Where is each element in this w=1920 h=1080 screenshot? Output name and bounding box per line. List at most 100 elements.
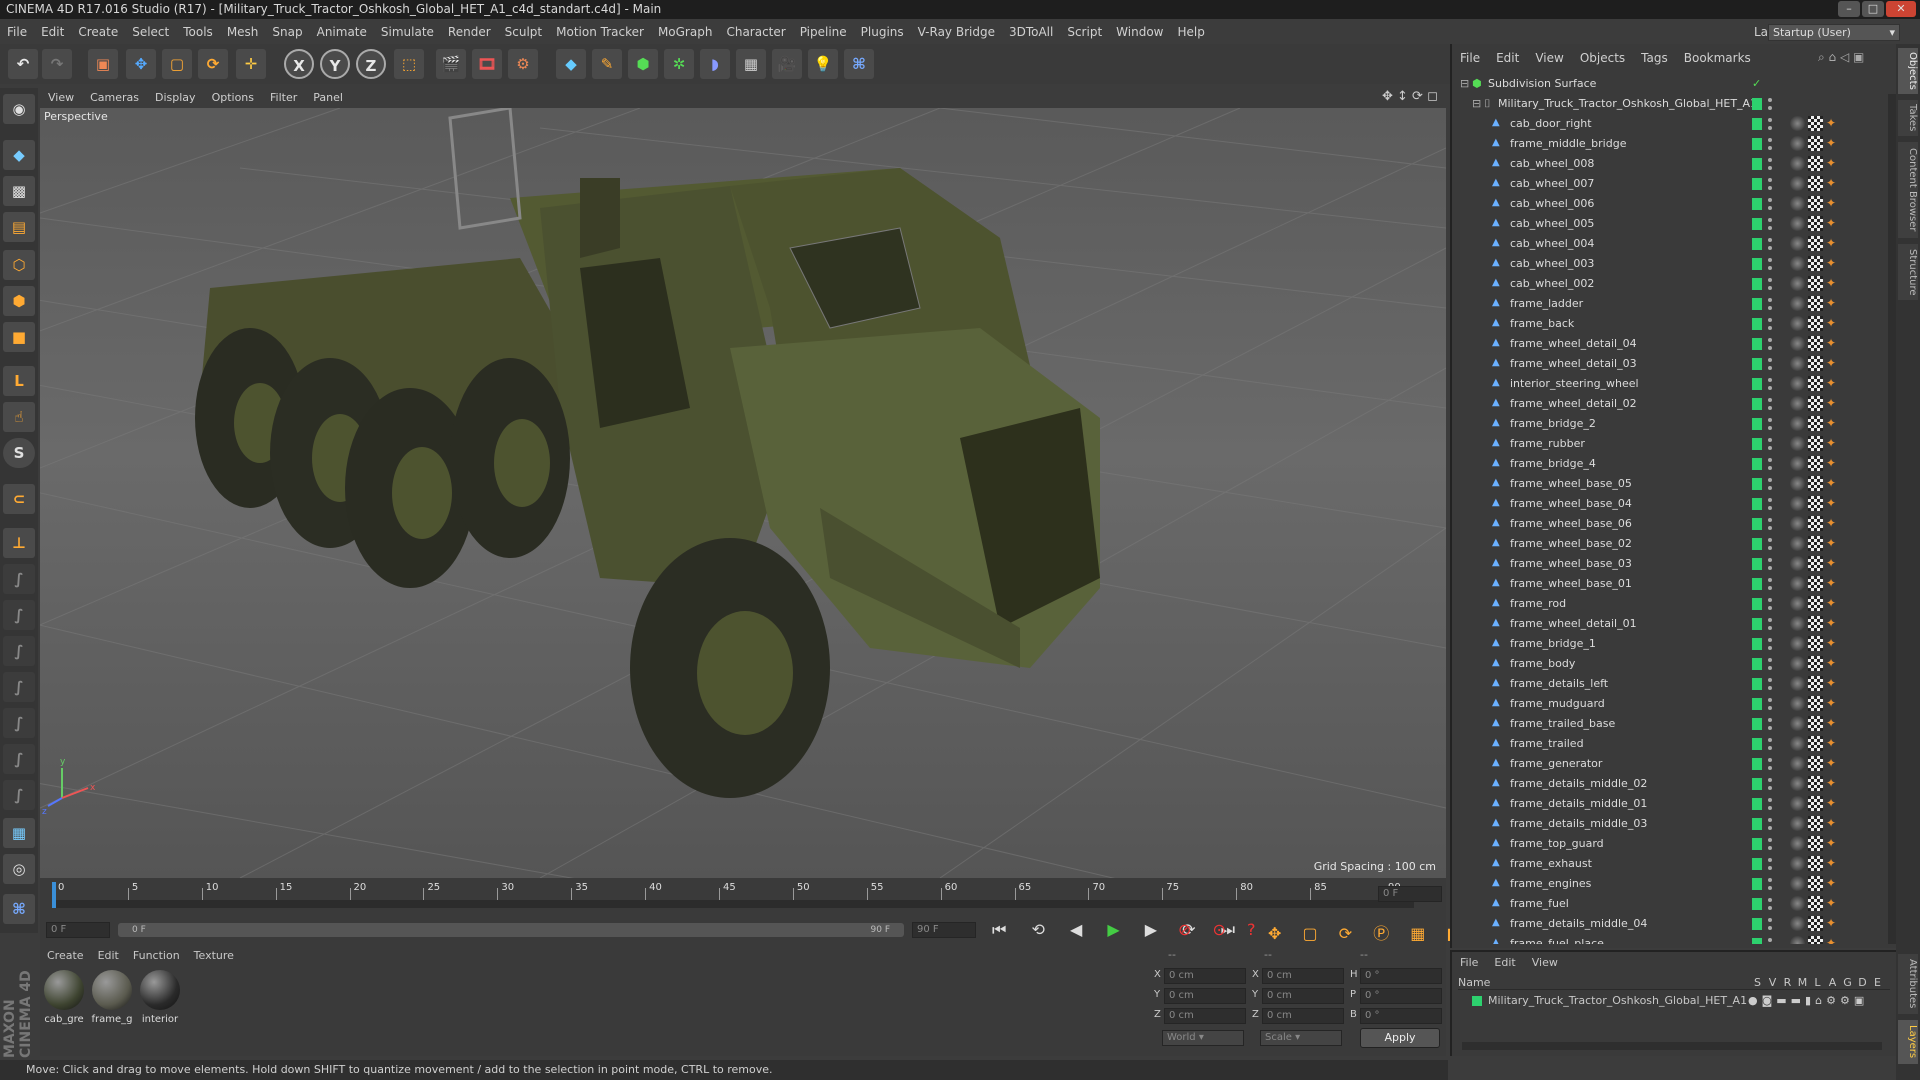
editor-visibility-dot[interactable] [1768,278,1772,282]
phong-tag-icon[interactable] [1790,816,1805,831]
material-tag-icon[interactable]: ✦ [1826,296,1839,311]
material-tag-icon[interactable]: ✦ [1826,276,1839,291]
texture-tag-icon[interactable] [1808,776,1823,791]
cube-primitive-icon[interactable]: ◆ [556,49,586,79]
editor-visibility-dot[interactable] [1768,378,1772,382]
render-visibility-dot[interactable] [1768,866,1772,870]
object-row[interactable]: ▲ frame_engines ✦ [1452,874,1892,894]
object-row[interactable]: ▲ interior_steering_wheel ✦ [1452,374,1892,394]
rotate-tool-icon[interactable]: ⟳ [198,49,228,79]
light-icon[interactable]: 💡 [808,49,838,79]
material-tag-icon[interactable]: ✦ [1826,316,1839,331]
phong-tag-icon[interactable] [1790,336,1805,351]
material-tag-icon[interactable]: ✦ [1826,916,1839,931]
visibility-icon[interactable] [1752,98,1762,110]
visibility-icon[interactable] [1752,198,1762,210]
material-tag-icon[interactable]: ✦ [1826,936,1839,944]
editor-visibility-dot[interactable] [1768,558,1772,562]
phong-tag-icon[interactable] [1790,876,1805,891]
material-tag-icon[interactable]: ✦ [1826,396,1839,411]
visibility-icon[interactable] [1752,358,1762,370]
coord-value-field[interactable]: 0 cm [1164,968,1246,984]
editor-visibility-dot[interactable] [1768,918,1772,922]
brush-icon[interactable]: ∫ [3,564,35,594]
render-visibility-dot[interactable] [1768,286,1772,290]
render-visibility-dot[interactable] [1768,366,1772,370]
editor-visibility-dot[interactable] [1768,438,1772,442]
editor-visibility-dot[interactable] [1768,218,1772,222]
object-row[interactable]: ▲ frame_wheel_detail_02 ✦ [1452,394,1892,414]
phong-tag-icon[interactable] [1790,676,1805,691]
maximize-button[interactable]: □ [1862,1,1884,17]
menu-mograph[interactable]: MoGraph [651,21,720,43]
render-visibility-dot[interactable] [1768,346,1772,350]
material-tag-icon[interactable]: ✦ [1826,416,1839,431]
phong-tag-icon[interactable] [1790,936,1805,944]
polygons-mode-icon[interactable]: ■ [3,322,35,352]
visibility-icon[interactable] [1752,818,1762,830]
editor-visibility-dot[interactable] [1768,458,1772,462]
object-list-scrollbar[interactable] [1888,94,1896,944]
visibility-icon[interactable] [1752,658,1762,670]
texture-tag-icon[interactable] [1808,336,1823,351]
texture-tag-icon[interactable] [1808,636,1823,651]
truck-model[interactable] [195,108,1100,798]
texture-tag-icon[interactable] [1808,116,1823,131]
phong-tag-icon[interactable] [1790,136,1805,151]
visibility-icon[interactable] [1752,578,1762,590]
visibility-icon[interactable] [1752,858,1762,870]
material-tag-icon[interactable]: ✦ [1826,736,1839,751]
tweak-mode-icon[interactable]: ☝ [3,402,35,432]
texture-tag-icon[interactable] [1808,596,1823,611]
coord-value-field[interactable]: 0 ° [1360,1008,1442,1024]
menu-select[interactable]: Select [125,21,176,43]
coord-space-select[interactable]: World ▾ [1162,1030,1244,1046]
visibility-icon[interactable] [1752,618,1762,630]
menu-help[interactable]: Help [1170,21,1211,43]
menu-character[interactable]: Character [719,21,792,43]
viewport-menu-panel[interactable]: Panel [305,88,351,108]
visibility-icon[interactable] [1752,478,1762,490]
render-visibility-dot[interactable] [1768,306,1772,310]
phong-tag-icon[interactable] [1790,356,1805,371]
texture-tag-icon[interactable] [1808,716,1823,731]
render-visibility-dot[interactable] [1768,646,1772,650]
texture-tag-icon[interactable] [1808,536,1823,551]
visibility-icon[interactable] [1752,678,1762,690]
texture-tag-icon[interactable] [1808,296,1823,311]
editor-visibility-dot[interactable] [1768,758,1772,762]
coord-value-field[interactable]: 0 ° [1360,988,1442,1004]
visibility-icon[interactable] [1752,458,1762,470]
texture-tag-icon[interactable] [1808,836,1823,851]
viewport-menu-cameras[interactable]: Cameras [82,88,147,108]
tab-takes[interactable]: Takes [1898,100,1918,136]
render-visibility-dot[interactable] [1768,706,1772,710]
live-selection-icon[interactable]: ▣ [88,49,118,79]
object-row[interactable]: ▲ cab_wheel_007 ✦ [1452,174,1892,194]
undo-icon[interactable]: ↶ [8,49,38,79]
visibility-icon[interactable] [1752,138,1762,150]
texture-tag-icon[interactable] [1808,436,1823,451]
render-visibility-dot[interactable] [1768,126,1772,130]
object-row[interactable]: ▲ frame_details_middle_02 ✦ [1452,774,1892,794]
editor-visibility-dot[interactable] [1768,678,1772,682]
material-tag-icon[interactable]: ✦ [1826,256,1839,271]
object-row[interactable]: ▲ cab_wheel_006 ✦ [1452,194,1892,214]
editor-visibility-dot[interactable] [1768,238,1772,242]
phong-tag-icon[interactable] [1790,216,1805,231]
phong-tag-icon[interactable] [1790,196,1805,211]
texture-tag-icon[interactable] [1808,156,1823,171]
render-visibility-dot[interactable] [1768,766,1772,770]
render-visibility-dot[interactable] [1768,406,1772,410]
editor-visibility-dot[interactable] [1768,578,1772,582]
phong-tag-icon[interactable] [1790,456,1805,471]
texture-tag-icon[interactable] [1808,796,1823,811]
editor-visibility-dot[interactable] [1768,518,1772,522]
editor-visibility-dot[interactable] [1768,698,1772,702]
visibility-icon[interactable] [1752,718,1762,730]
object-row[interactable]: ▲ frame_details_left ✦ [1452,674,1892,694]
render-picture-viewer-icon[interactable]: 🎞 [472,49,502,79]
render-visibility-dot[interactable] [1768,686,1772,690]
visibility-icon[interactable] [1752,338,1762,350]
editor-visibility-dot[interactable] [1768,638,1772,642]
